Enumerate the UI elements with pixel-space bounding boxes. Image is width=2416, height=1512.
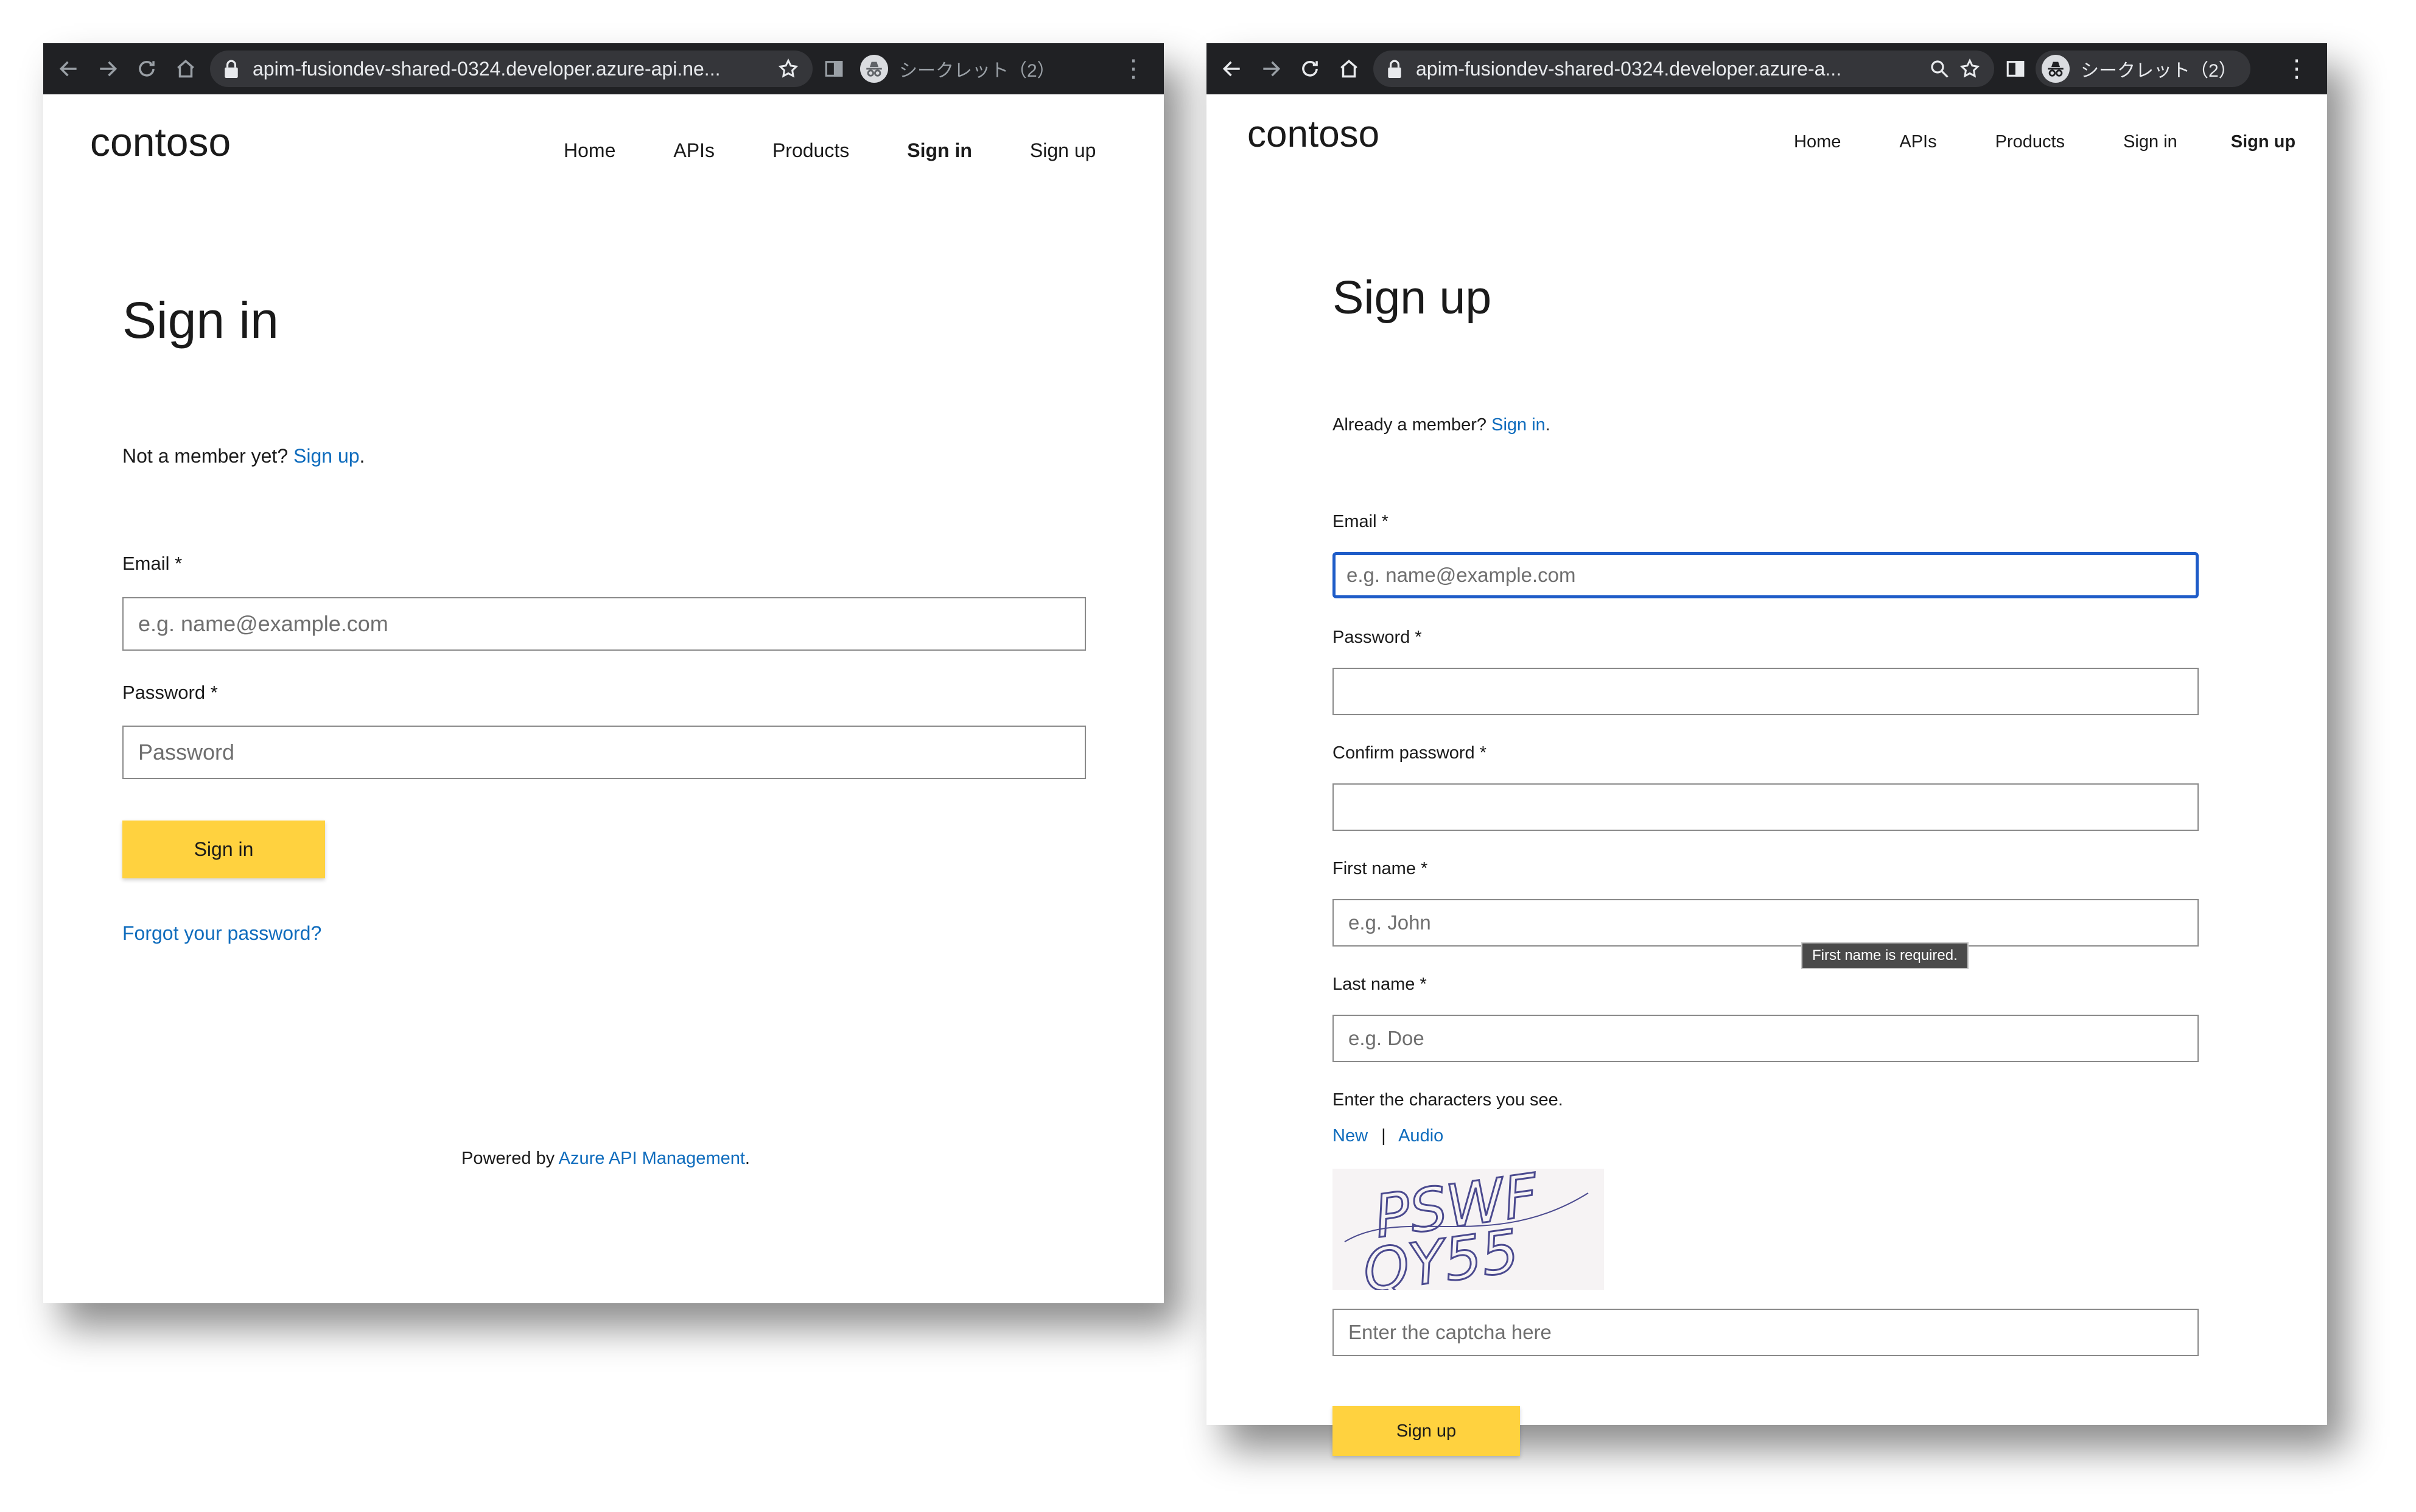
nav-sign-in[interactable]: Sign in [907,139,972,162]
signup-prompt-text: Not a member yet? [122,445,289,467]
sign-in-button[interactable]: Sign in [122,821,325,878]
sign-up-button[interactable]: Sign up [1332,1406,1520,1456]
powered-by-period: . [744,1149,750,1168]
nav-sign-up[interactable]: Sign up [2231,132,2295,152]
password-label: Password * [1332,628,1422,647]
captcha-input[interactable] [1332,1309,2199,1356]
nav-apis[interactable]: APIs [673,139,715,162]
incognito-label: シークレット（2） [2081,61,2237,81]
incognito-indicator[interactable]: シークレット（2） [2036,51,2250,87]
captcha-prompt: Enter the characters you see. [1332,1090,1563,1110]
password-label: Password * [122,682,218,703]
address-bar[interactable]: apim-fusiondev-shared-0324.developer.azu… [1373,51,1994,87]
last-name-label: Last name * [1332,975,1427,994]
lock-icon [225,60,238,78]
azure-api-management-link[interactable]: Azure API Management [559,1149,745,1168]
page-content: contoso Home APIs Products Sign in Sign … [1206,94,2327,1456]
nav-products[interactable]: Products [1995,132,2065,152]
signin-prompt-text: Already a member? [1332,415,1487,435]
home-icon[interactable] [1336,43,1362,94]
powered-by: Powered by Azure API Management. [461,1149,750,1169]
captcha-graphic: PSWF QY55 [1344,1160,1589,1307]
nav-products[interactable]: Products [772,139,849,162]
url-text: apim-fusiondev-shared-0324.developer.azu… [253,57,721,80]
signup-prompt-period: . [359,445,365,467]
top-navigation: Home APIs Products Sign in Sign up [564,139,1096,162]
reload-icon[interactable] [1297,43,1323,94]
email-input[interactable] [122,597,1086,651]
side-panel-icon[interactable] [2005,58,2026,79]
incognito-icon [860,55,888,83]
password-input[interactable] [122,726,1086,779]
captcha-options: New | Audio [1332,1126,1443,1146]
confirm-password-input[interactable] [1332,783,2199,831]
signup-prompt: Not a member yet? Sign up. [122,445,365,467]
captcha-new-link[interactable]: New [1332,1126,1368,1146]
signup-link[interactable]: Sign up [293,445,360,467]
nav-apis[interactable]: APIs [1899,132,1936,152]
first-name-required-tooltip: First name is required. [1801,942,1969,969]
home-icon[interactable] [172,43,199,94]
email-input[interactable] [1332,552,2199,598]
nav-sign-up[interactable]: Sign up [1030,139,1096,162]
zoom-icon[interactable] [1928,58,1950,80]
url-text: apim-fusiondev-shared-0324.developer.azu… [1416,57,1842,80]
first-name-input[interactable] [1332,899,2199,947]
incognito-label: シークレット（2） [899,61,1056,81]
captcha-image: PSWF QY55 [1332,1160,1604,1307]
bookmark-star-icon[interactable] [1959,58,1981,80]
browser-toolbar: apim-fusiondev-shared-0324.developer.azu… [43,43,1164,94]
captcha-audio-link[interactable]: Audio [1398,1126,1443,1146]
signin-prompt-period: . [1545,415,1550,435]
password-input[interactable] [1332,668,2199,715]
signin-prompt: Already a member? Sign in. [1332,415,1550,435]
nav-sign-in[interactable]: Sign in [2123,132,2177,152]
page-title: Sign up [1332,271,1492,324]
more-menu-icon[interactable]: ⋮ [2285,55,2309,83]
site-logo[interactable]: contoso [90,119,231,165]
incognito-indicator[interactable]: シークレット（2） [854,51,1069,87]
powered-by-text: Powered by [461,1149,555,1168]
site-logo[interactable]: contoso [1247,113,1379,156]
forward-arrow-icon[interactable] [1258,43,1284,94]
signin-link[interactable]: Sign in [1491,415,1546,435]
nav-home[interactable]: Home [564,139,615,162]
incognito-icon [2042,55,2070,83]
email-label: Email * [1332,512,1388,531]
email-label: Email * [122,553,183,574]
top-navigation: Home APIs Products Sign in Sign up [1794,132,2295,152]
back-arrow-icon[interactable] [1219,43,1245,94]
browser-window-sign-in: apim-fusiondev-shared-0324.developer.azu… [43,43,1164,1303]
side-panel-icon[interactable] [824,58,844,79]
browser-toolbar: apim-fusiondev-shared-0324.developer.azu… [1206,43,2327,94]
bookmark-star-icon[interactable] [777,58,799,80]
reload-icon[interactable] [133,43,160,94]
lock-icon [1388,60,1401,78]
last-name-input[interactable] [1332,1015,2199,1062]
page-content: contoso Home APIs Products Sign in Sign … [43,94,1164,1303]
forward-arrow-icon[interactable] [94,43,121,94]
page-title: Sign in [122,292,279,349]
confirm-password-label: Confirm password * [1332,743,1487,763]
forgot-password-link[interactable]: Forgot your password? [122,922,321,945]
nav-home[interactable]: Home [1794,132,1841,152]
more-menu-icon[interactable]: ⋮ [1121,55,1146,83]
back-arrow-icon[interactable] [55,43,82,94]
address-bar[interactable]: apim-fusiondev-shared-0324.developer.azu… [210,51,813,87]
first-name-label: First name * [1332,859,1428,878]
captcha-separator: | [1381,1126,1386,1146]
browser-window-sign-up: apim-fusiondev-shared-0324.developer.azu… [1206,43,2327,1456]
